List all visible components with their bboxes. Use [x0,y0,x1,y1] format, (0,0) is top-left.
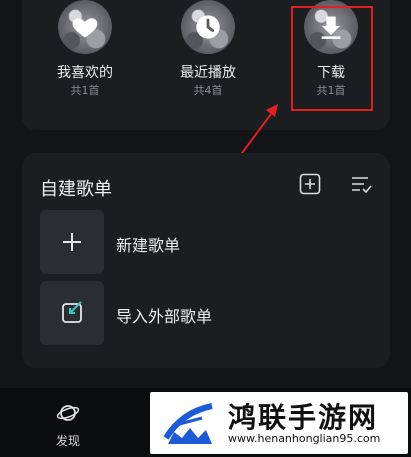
plus-icon [63,233,81,251]
custom-playlists-card: 自建歌单 新建歌单 导入外部歌单 [22,153,390,368]
sort-icon [352,177,372,194]
watermark-title: 鸿联手游网 [228,401,379,434]
import-thumb [40,281,104,345]
section-title: 自建歌单 [40,179,112,200]
create-playlist-row[interactable]: 新建歌单 [40,210,370,274]
import-playlist-label: 导入外部歌单 [116,307,213,326]
import-playlist-row[interactable]: 导入外部歌单 [40,281,370,345]
watermark-logo [162,398,218,448]
tab-discover-label: 发现 [55,434,80,448]
create-playlist-label: 新建歌单 [116,236,181,255]
create-thumb [40,210,104,274]
import-icon [62,301,82,323]
manage-playlists-button[interactable] [348,171,374,197]
add-icon [299,173,321,195]
add-playlist-button[interactable] [297,171,323,197]
watermark: 鸿联手游网 www.henanhonglian95.com [150,392,408,454]
watermark-url: www.henanhonglian95.com [228,432,381,445]
planet-icon [56,405,80,421]
tab-discover[interactable]: 发现 [40,402,96,449]
